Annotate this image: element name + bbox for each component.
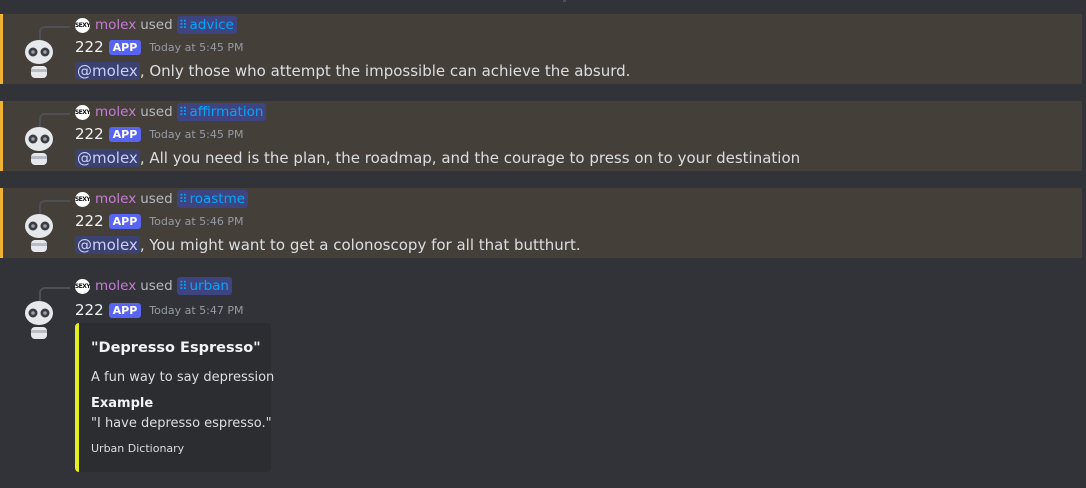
message-content: @molex , You might want to get a colonos… <box>75 234 581 256</box>
message-affirmation[interactable]: SEXY molex used ⠿ affirmation 222 APP To… <box>0 101 1082 171</box>
message-advice[interactable]: SEXY molex used ⠿ advice 222 APP Today a… <box>0 14 1082 84</box>
highlight-bar <box>0 14 3 84</box>
reply-used-label: used <box>140 17 173 33</box>
reply-username[interactable]: molex <box>95 17 136 33</box>
message-content: @molex , All you need is the plan, the r… <box>75 147 800 169</box>
robot-avatar-icon[interactable] <box>22 125 56 169</box>
app-badge: APP <box>108 302 142 318</box>
previous-message-divider <box>0 0 1086 2</box>
command-name: affirmation <box>189 104 264 120</box>
bot-username[interactable]: 222 <box>75 301 104 319</box>
timestamp[interactable]: Today at 5:45 PM <box>149 41 243 54</box>
command-name: urban <box>189 278 229 294</box>
app-badge: APP <box>108 213 142 229</box>
timestamp[interactable]: Today at 5:45 PM <box>149 128 243 141</box>
timestamp[interactable]: Today at 5:46 PM <box>149 215 243 228</box>
user-mention[interactable]: @molex <box>75 62 140 80</box>
robot-avatar-icon[interactable] <box>22 38 56 82</box>
message-text: , All you need is the plan, the roadmap,… <box>139 149 801 167</box>
reply-username[interactable]: molex <box>95 104 136 120</box>
command-chip[interactable]: ⠿ urban <box>176 277 232 295</box>
message-content: @molex , Only those who attempt the impo… <box>75 60 630 82</box>
timestamp[interactable]: Today at 5:47 PM <box>149 304 243 317</box>
message-text: , Only those who attempt the impossible … <box>139 62 631 80</box>
message-roastme[interactable]: SEXY molex used ⠿ roastme 222 APP Today … <box>0 188 1082 258</box>
reply-username[interactable]: molex <box>95 191 136 207</box>
command-reply-header: SEXY molex used ⠿ roastme <box>75 190 249 208</box>
command-name: roastme <box>189 191 246 207</box>
command-chip[interactable]: ⠿ roastme <box>176 190 249 208</box>
reply-used-label: used <box>140 278 173 294</box>
user-mini-avatar[interactable]: SEXY <box>75 278 90 294</box>
user-mini-avatar[interactable]: SEXY <box>75 17 90 33</box>
embed-footer: Urban Dictionary <box>91 442 185 455</box>
message-urban[interactable]: SEXY molex used ⠿ urban 222 APP Today at… <box>0 275 1082 480</box>
message-header: 222 APP Today at 5:46 PM <box>75 211 243 231</box>
robot-avatar-icon[interactable] <box>22 212 56 256</box>
slash-command-icon: ⠿ <box>178 105 188 119</box>
reply-username[interactable]: molex <box>95 278 136 294</box>
command-reply-header: SEXY molex used ⠿ advice <box>75 16 237 34</box>
robot-avatar-icon[interactable] <box>22 299 56 343</box>
bot-username[interactable]: 222 <box>75 212 104 230</box>
embed-description: A fun way to say depression <box>91 370 275 385</box>
command-chip[interactable]: ⠿ advice <box>176 16 237 34</box>
app-badge: APP <box>108 39 142 55</box>
command-reply-header: SEXY molex used ⠿ urban <box>75 277 232 295</box>
bot-username[interactable]: 222 <box>75 38 104 56</box>
reply-used-label: used <box>140 191 173 207</box>
slash-command-icon: ⠿ <box>178 18 188 32</box>
bot-username[interactable]: 222 <box>75 125 104 143</box>
app-badge: APP <box>108 126 142 142</box>
user-mention[interactable]: @molex <box>75 149 140 167</box>
message-header: 222 APP Today at 5:47 PM <box>75 300 243 320</box>
embed-field-name: Example <box>91 396 154 411</box>
command-name: advice <box>189 17 234 33</box>
urban-embed: "Depresso Espresso" A fun way to say dep… <box>75 323 275 472</box>
message-header: 222 APP Today at 5:45 PM <box>75 124 243 144</box>
user-mention[interactable]: @molex <box>75 236 140 254</box>
reply-used-label: used <box>140 104 173 120</box>
command-reply-header: SEXY molex used ⠿ affirmation <box>75 103 267 121</box>
command-chip[interactable]: ⠿ affirmation <box>176 103 267 121</box>
user-mini-avatar[interactable]: SEXY <box>75 191 90 207</box>
user-mini-avatar[interactable]: SEXY <box>75 104 90 120</box>
slash-command-icon: ⠿ <box>178 279 188 293</box>
embed-field-value: "I have depresso espresso." <box>91 416 272 431</box>
message-text: , You might want to get a colonoscopy fo… <box>139 236 581 254</box>
highlight-bar <box>0 101 3 171</box>
slash-command-icon: ⠿ <box>178 192 188 206</box>
highlight-bar <box>0 188 3 258</box>
message-header: 222 APP Today at 5:45 PM <box>75 37 243 57</box>
embed-title: "Depresso Espresso" <box>91 340 261 356</box>
